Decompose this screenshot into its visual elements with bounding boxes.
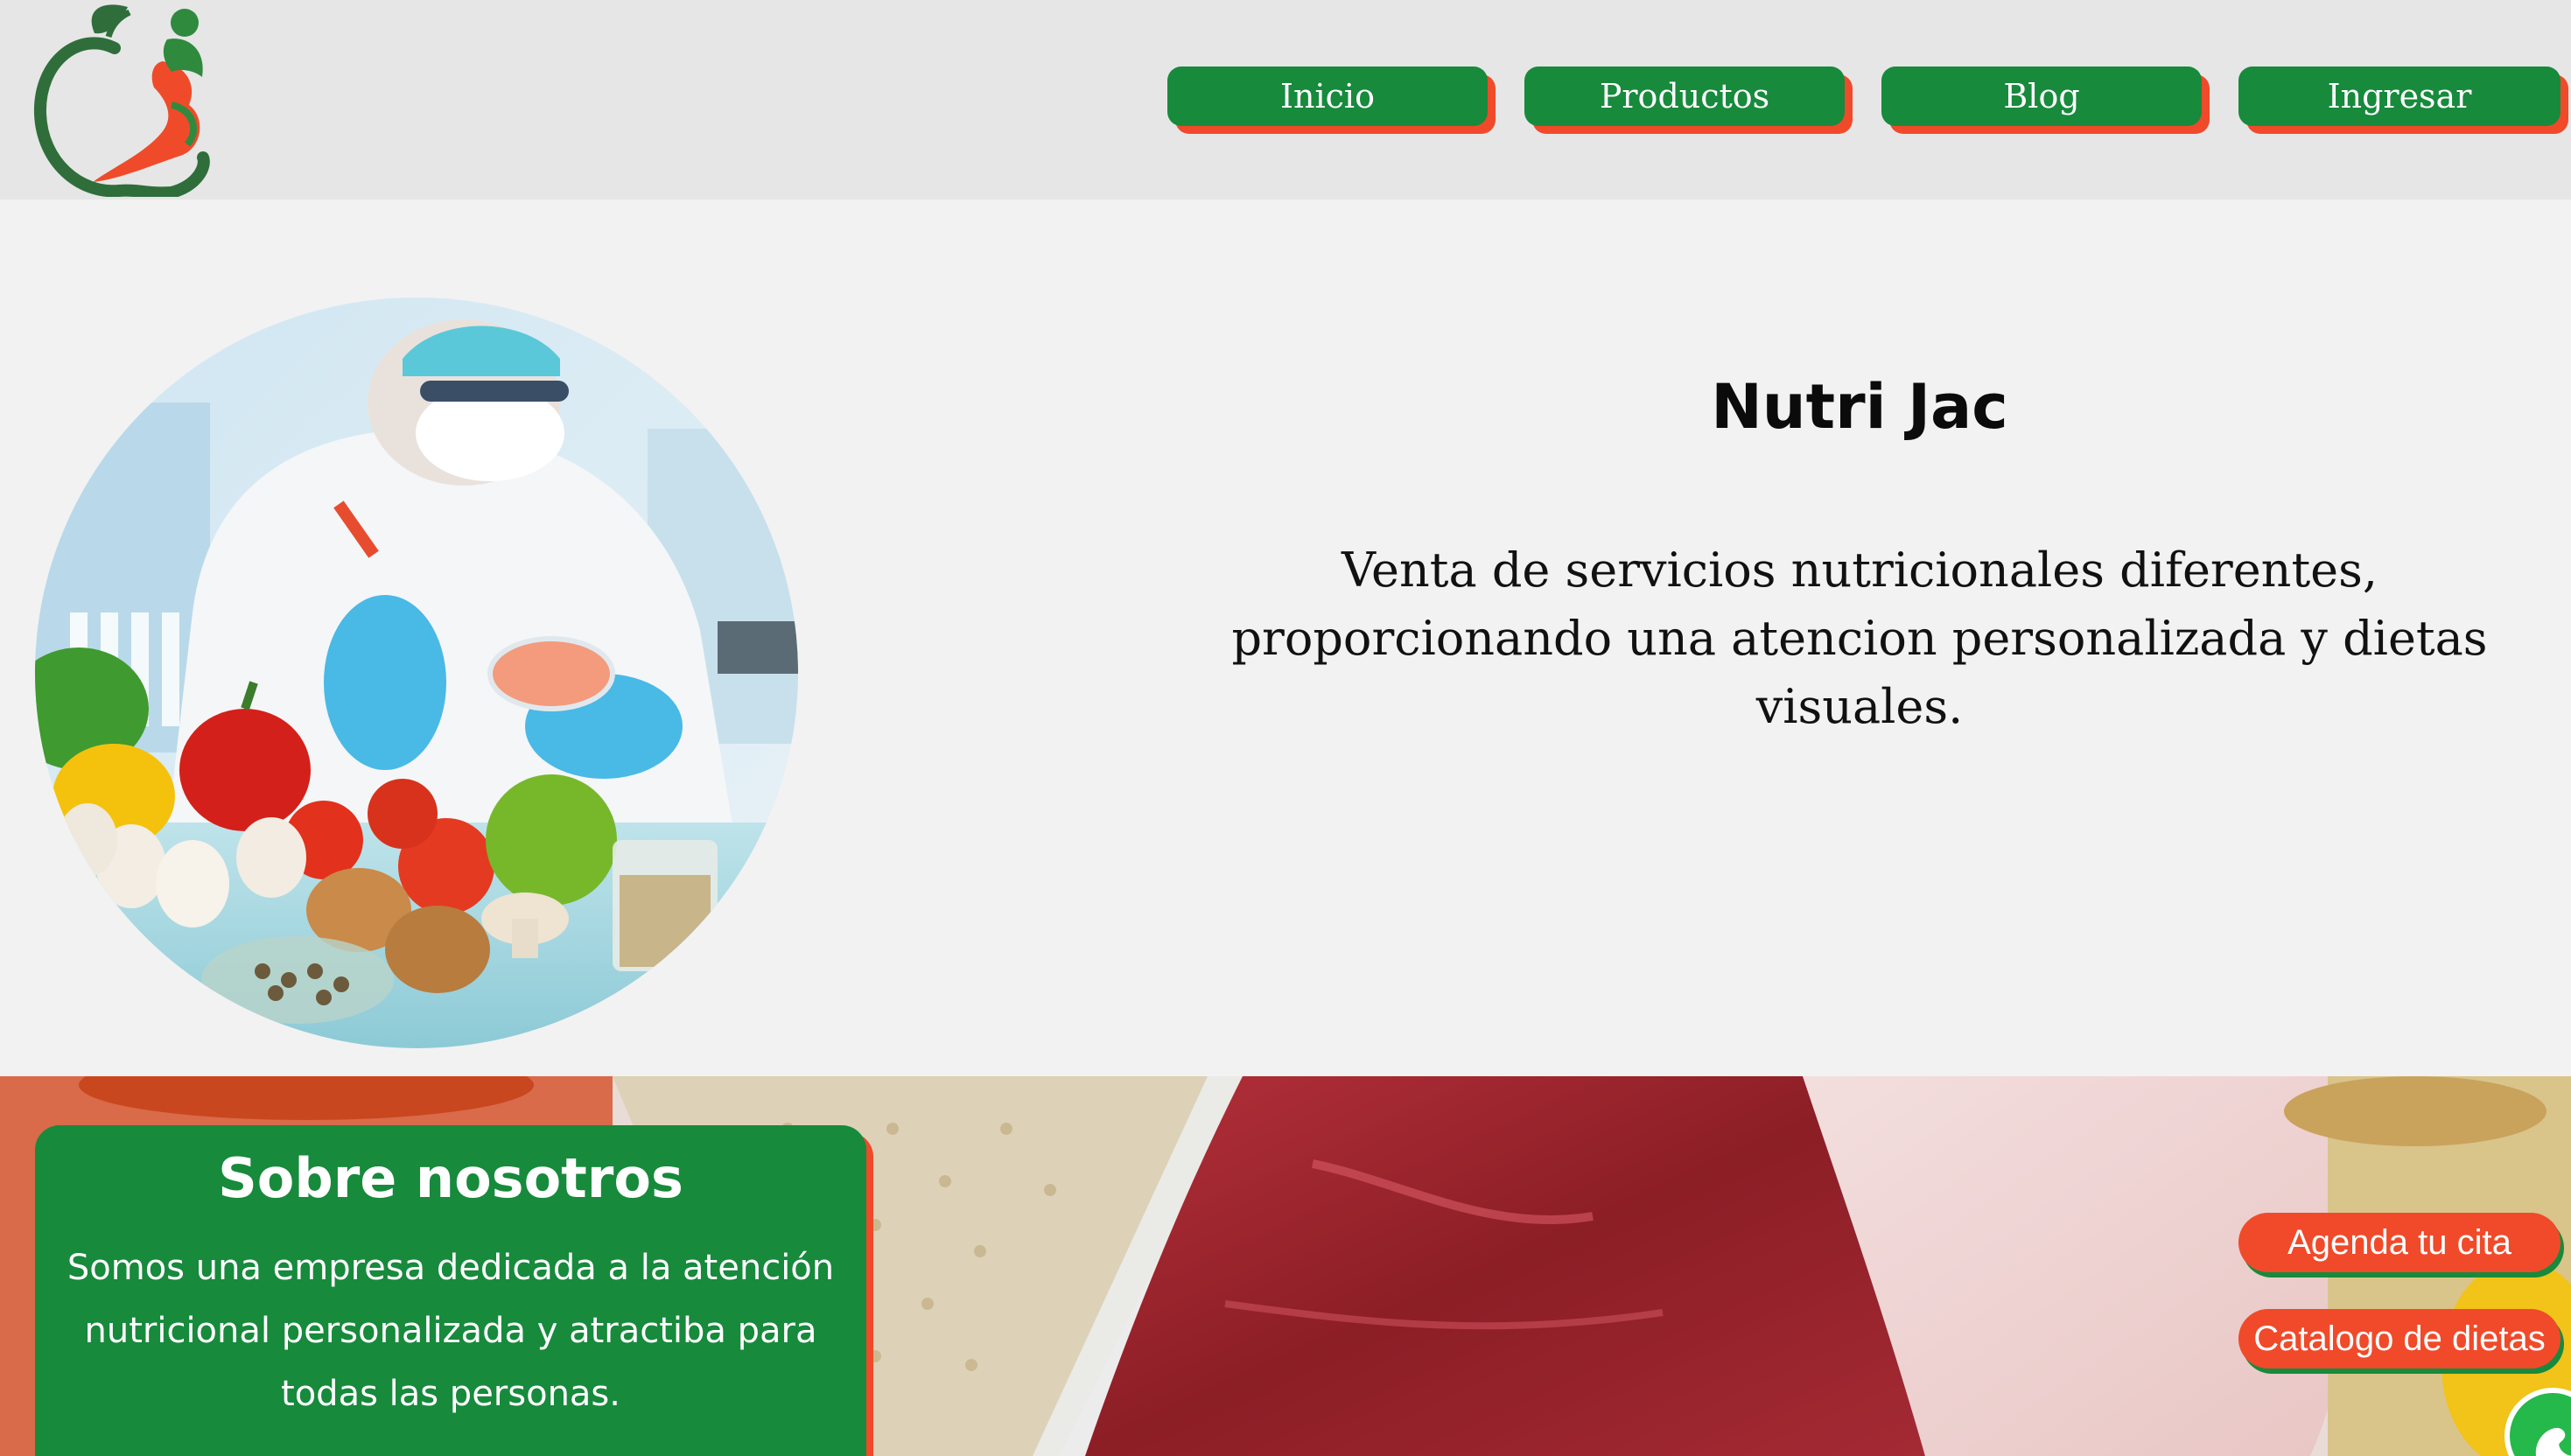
agenda-cita-button[interactable]: Agenda tu cita	[2238, 1213, 2560, 1272]
nav-productos-button[interactable]: Productos	[1524, 66, 1845, 126]
hero-section: Nutri Jac Venta de servicios nutricional…	[0, 200, 2571, 1076]
nav-blog-button[interactable]: Blog	[1881, 66, 2202, 126]
site-title: Nutri Jac	[1711, 371, 2008, 443]
site-description: Venta de servicios nutricionales diferen…	[1231, 542, 2488, 734]
site-header: Inicio Productos Blog Ingresar	[0, 0, 2571, 200]
hero-image	[35, 298, 798, 1048]
about-title: Sobre nosotros	[218, 1146, 683, 1210]
catalogo-dietas-button[interactable]: Catalogo de dietas	[2238, 1309, 2560, 1368]
apple-logo-icon[interactable]	[32, 0, 215, 197]
lab-nutrition-photo	[35, 298, 798, 1048]
about-section: Sobre nosotros Somos una empresa dedicad…	[0, 1076, 2571, 1456]
nav-ingresar-button[interactable]: Ingresar	[2238, 66, 2560, 126]
about-text: Somos una empresa dedicada a la atención…	[67, 1248, 835, 1414]
about-card: Sobre nosotros Somos una empresa dedicad…	[35, 1125, 866, 1456]
nav-inicio-button[interactable]: Inicio	[1167, 66, 1488, 126]
